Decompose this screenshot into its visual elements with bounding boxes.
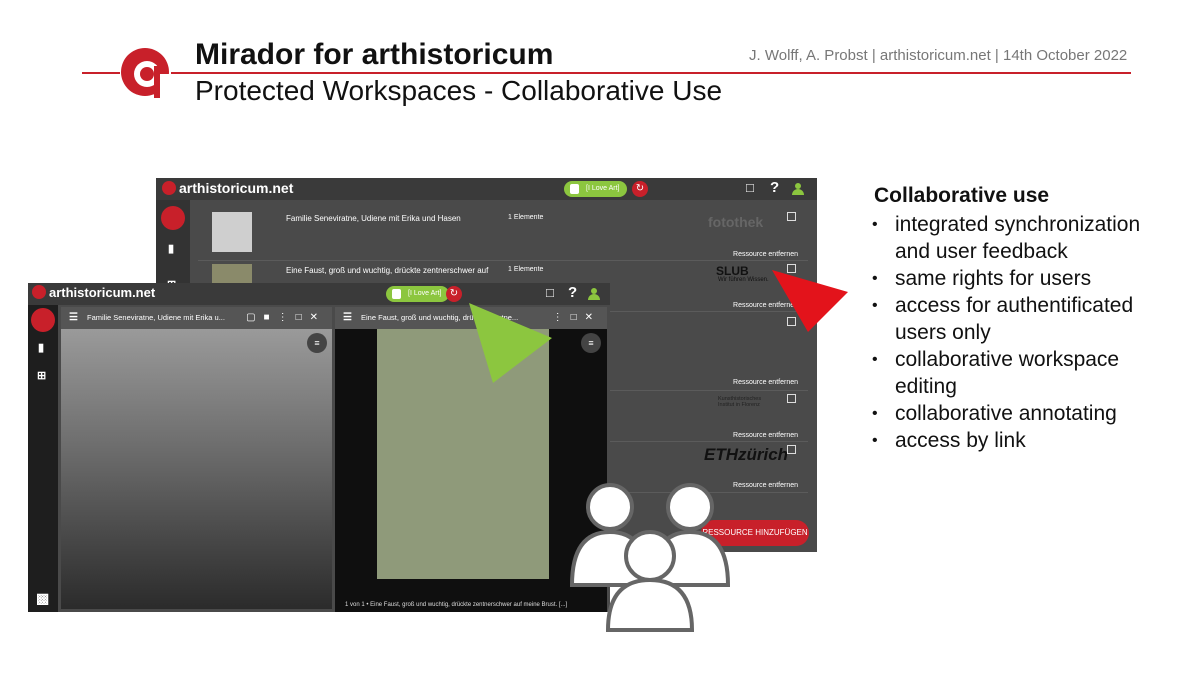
top-bar: arthistoricum.net [I Love Art] ↻ □ ?	[28, 283, 610, 305]
user-icon[interactable]	[792, 183, 804, 195]
sidebar: ▮ ⊞ ▩	[28, 305, 58, 612]
photo-viewer[interactable]: ≡	[61, 329, 332, 609]
resource-count: 1 Elemente	[508, 266, 544, 273]
feature-item: access for authentificated users only	[872, 292, 1172, 346]
checkbox[interactable]	[787, 212, 796, 221]
clipboard-icon[interactable]: □	[546, 285, 554, 300]
brand-logo: arthistoricum.net	[162, 180, 293, 196]
provider-logo: fotothek	[708, 214, 764, 230]
provider-tagline: Wir führen Wissen.	[718, 277, 769, 283]
lock-icon	[570, 184, 579, 194]
feature-heading: Collaborative use	[874, 184, 1050, 207]
brand-logo: arthistoricum.net	[32, 285, 155, 300]
sync-icon[interactable]: ↻	[632, 181, 648, 197]
help-icon[interactable]: ?	[770, 179, 779, 196]
logo-a-icon	[121, 48, 171, 98]
provider-logo: ETHzürich	[704, 445, 789, 464]
window-titlebar: ☰ Eine Faust, groß und wuchtig, drückte …	[335, 307, 607, 329]
remove-resource-button[interactable]: Ressource entfernen	[733, 482, 798, 489]
feature-list: integrated synchronization and user feed…	[872, 211, 1172, 454]
menu-icon[interactable]	[31, 308, 55, 332]
checkbox[interactable]	[787, 264, 796, 273]
newspaper-viewer[interactable]: ≡ 1 von 1 • Eine Faust, groß und wuchtig…	[335, 329, 607, 612]
menu-icon[interactable]: ☰	[69, 307, 78, 329]
window-icon[interactable]: ▮	[168, 242, 174, 255]
remove-resource-button[interactable]: Ressource entfernen	[733, 432, 798, 439]
thumbnail	[212, 212, 252, 252]
canvas-caption: 1 von 1 • Eine Faust, groß und wuchtig, …	[345, 602, 568, 608]
clipboard-icon[interactable]: □	[746, 180, 754, 195]
checkbox[interactable]	[787, 394, 796, 403]
window-controls[interactable]: ⋮□✕	[553, 307, 601, 329]
window-title: Eine Faust, groß und wuchtig, drückte ze…	[361, 313, 519, 322]
workspace-pill[interactable]: [I Love Art]	[386, 286, 450, 302]
help-icon[interactable]: ?	[568, 284, 577, 301]
slide: Mirador for arthistoricum Protected Work…	[0, 0, 1200, 675]
window-titlebar: ☰ Familie Seneviratne, Udiene mit Erika …	[61, 307, 332, 329]
mirador-logo-icon: ▩	[36, 590, 50, 606]
add-resource-button[interactable]: RESSOURCE HINZUFÜGEN	[701, 520, 809, 546]
tuner-icon[interactable]: ≡	[307, 333, 327, 353]
newspaper-page	[377, 329, 549, 579]
grid-icon[interactable]: ⊞	[37, 369, 46, 382]
provider-logo: SLUB	[716, 264, 749, 278]
checkbox[interactable]	[787, 445, 796, 454]
grid-icon[interactable]	[161, 206, 185, 230]
window-icon[interactable]: ▮	[38, 341, 44, 354]
resource-count: 1 Elemente	[508, 214, 544, 221]
header-rule-right	[171, 72, 1131, 74]
tuner-icon[interactable]: ≡	[581, 333, 601, 353]
feature-item: access by link	[872, 427, 1172, 454]
sync-icon[interactable]: ↻	[446, 286, 462, 302]
window-controls[interactable]: ▢■⋮□✕	[246, 307, 326, 329]
slide-subtitle: Protected Workspaces - Collaborative Use	[195, 75, 723, 106]
user-icon[interactable]	[588, 288, 600, 300]
feature-item: same rights for users	[872, 265, 1172, 292]
workspace-pill[interactable]: [I Love Art]	[564, 181, 628, 197]
top-bar: arthistoricum.net [I Love Art] ↻ □ ?	[156, 178, 817, 200]
window-title: Familie Seneviratne, Udiene mit Erika u.…	[87, 313, 225, 322]
feature-item: collaborative annotating	[872, 400, 1172, 427]
remove-resource-button[interactable]: Ressource entfernen	[733, 379, 798, 386]
resource-title: Familie Seneviratne, Udiene mit Erika un…	[286, 214, 461, 223]
remove-resource-button[interactable]: Ressource entfernen	[733, 302, 798, 309]
provider-logo: Kunsthistorisches Institut in Florenz	[718, 396, 762, 408]
header-rule-left	[82, 72, 120, 74]
slide-title: Mirador for arthistoricum	[195, 38, 554, 71]
author-line: J. Wolff, A. Probst | arthistoricum.net …	[749, 47, 1128, 64]
feature-item: integrated synchronization and user feed…	[872, 211, 1172, 265]
resource-title: Eine Faust, groß und wuchtig, drückte ze…	[286, 266, 489, 275]
menu-icon[interactable]: ☰	[343, 307, 352, 329]
list-item[interactable]: Familie Seneviratne, Udiene mit Erika un…	[198, 206, 808, 261]
mirador-viewer-window: arthistoricum.net [I Love Art] ↻ □ ? ▮ ⊞…	[28, 283, 610, 612]
checkbox[interactable]	[787, 317, 796, 326]
remove-resource-button[interactable]: Ressource entfernen	[733, 251, 798, 258]
feature-item: collaborative workspace editing	[872, 346, 1172, 400]
lock-icon	[392, 289, 401, 299]
